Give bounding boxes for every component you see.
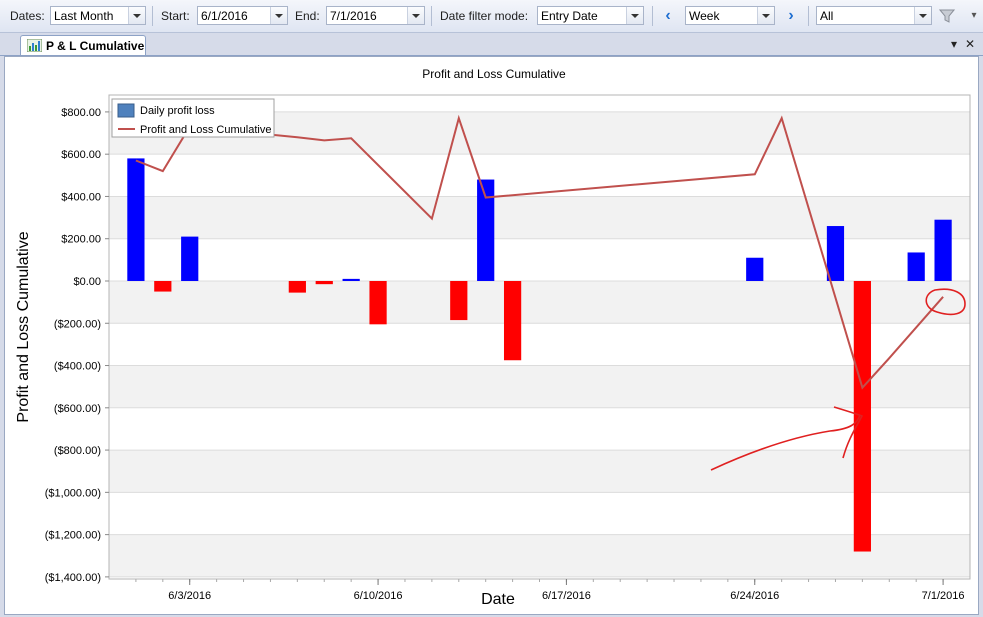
x-tick-label: 6/17/2016 — [542, 590, 591, 602]
chevron-left-icon[interactable]: ‹ — [660, 7, 676, 25]
y-tick-label: ($600.00) — [54, 403, 101, 415]
legend-label-line: Profit and Loss Cumulative — [140, 124, 271, 136]
dates-value: Last Month — [54, 9, 114, 23]
legend-label-bar: Daily profit loss — [140, 105, 215, 117]
y-axis-label: Profit and Loss Cumulative — [15, 231, 32, 422]
bar — [907, 252, 925, 281]
bar — [181, 236, 199, 281]
toolbar-separator — [431, 6, 432, 26]
grid-band — [109, 450, 970, 493]
bar — [154, 280, 172, 292]
y-tick-label: ($1,200.00) — [45, 530, 101, 542]
y-tick-label: ($1,400.00) — [45, 572, 101, 584]
y-tick-label: $0.00 — [73, 276, 101, 288]
account-dropdown[interactable]: All — [816, 6, 932, 25]
grid-band — [109, 534, 970, 577]
end-date-picker[interactable]: 7/1/2016 — [326, 6, 425, 25]
y-tick-label: ($800.00) — [54, 445, 101, 457]
legend: Daily profit loss Profit and Loss Cumula… — [111, 98, 275, 138]
bar — [503, 280, 522, 361]
x-tick-label: 6/24/2016 — [730, 590, 779, 602]
start-date-picker[interactable]: 6/1/2016 — [197, 6, 288, 25]
bar — [934, 219, 952, 281]
y-tick-label: $600.00 — [61, 149, 101, 161]
chart-title: Profit and Loss Cumulative — [422, 67, 566, 81]
y-tick-label: $200.00 — [61, 234, 101, 246]
chart-icon — [27, 39, 42, 52]
x-tick-label: 7/1/2016 — [922, 590, 965, 602]
chevron-right-icon[interactable]: › — [783, 7, 799, 25]
toolbar: Dates: Last Month Start: 6/1/2016 End: 7… — [0, 0, 983, 33]
y-tick-label: $800.00 — [61, 107, 101, 119]
bar — [746, 257, 764, 281]
bar — [315, 280, 333, 285]
legend-swatch-bar — [117, 103, 135, 118]
plot-area-border — [108, 94, 971, 580]
end-label: End: — [295, 9, 320, 23]
x-tick-label: 6/10/2016 — [354, 590, 403, 602]
bar — [826, 226, 845, 281]
chevron-down-icon[interactable] — [407, 7, 424, 24]
period-value: Week — [689, 9, 720, 23]
y-tick-label: ($1,000.00) — [45, 487, 101, 499]
x-tick-label: 6/3/2016 — [168, 590, 211, 602]
series-line-cumulative — [135, 114, 944, 390]
dates-label: Dates: — [10, 9, 45, 23]
bar — [342, 278, 360, 281]
chevron-down-icon[interactable] — [626, 7, 643, 24]
chevron-down-icon[interactable] — [914, 7, 931, 24]
chart-panel: $800.00 $600.00 $400.00 $200.00 $0.00 ($200.0… — [4, 56, 979, 615]
tab-menu-icon[interactable]: ▾ — [947, 36, 961, 52]
bar — [450, 280, 468, 321]
document-tab-bar: P & L Cumulative — [0, 33, 983, 56]
grid-band — [109, 365, 970, 408]
chevron-down-icon[interactable] — [128, 7, 145, 24]
start-date-value: 6/1/2016 — [201, 9, 248, 23]
account-value: All — [820, 9, 834, 23]
start-label: Start: — [161, 9, 190, 23]
tab-label: P & L Cumulative — [46, 39, 145, 53]
y-tick-label: ($200.00) — [54, 318, 101, 330]
end-date-value: 7/1/2016 — [330, 9, 377, 23]
pl-chart: $800.00 $600.00 $400.00 $200.00 $0.00 ($200.0… — [15, 67, 971, 608]
toolbar-separator — [652, 6, 653, 26]
bar — [369, 280, 387, 325]
close-icon[interactable]: ✕ — [963, 36, 977, 52]
dates-dropdown[interactable]: Last Month — [50, 6, 146, 25]
tab-pl-cumulative[interactable]: P & L Cumulative — [20, 35, 146, 55]
date-filter-mode-value: Entry Date — [541, 9, 598, 23]
date-filter-mode-dropdown[interactable]: Entry Date — [537, 6, 644, 25]
y-tick-label: $400.00 — [61, 191, 101, 203]
filter-icon[interactable] — [939, 8, 955, 24]
chevron-down-icon[interactable] — [270, 7, 287, 24]
toolbar-overflow-icon[interactable]: ▾ — [968, 7, 980, 25]
bar — [127, 158, 145, 281]
date-filter-mode-label: Date filter mode: — [440, 9, 529, 23]
period-dropdown[interactable]: Week — [685, 6, 775, 25]
chevron-down-icon[interactable] — [757, 7, 774, 24]
toolbar-separator — [808, 6, 809, 26]
bar — [288, 280, 306, 293]
y-tick-label: ($400.00) — [54, 361, 101, 373]
x-axis-label: Date — [481, 591, 515, 608]
toolbar-separator — [152, 6, 153, 26]
